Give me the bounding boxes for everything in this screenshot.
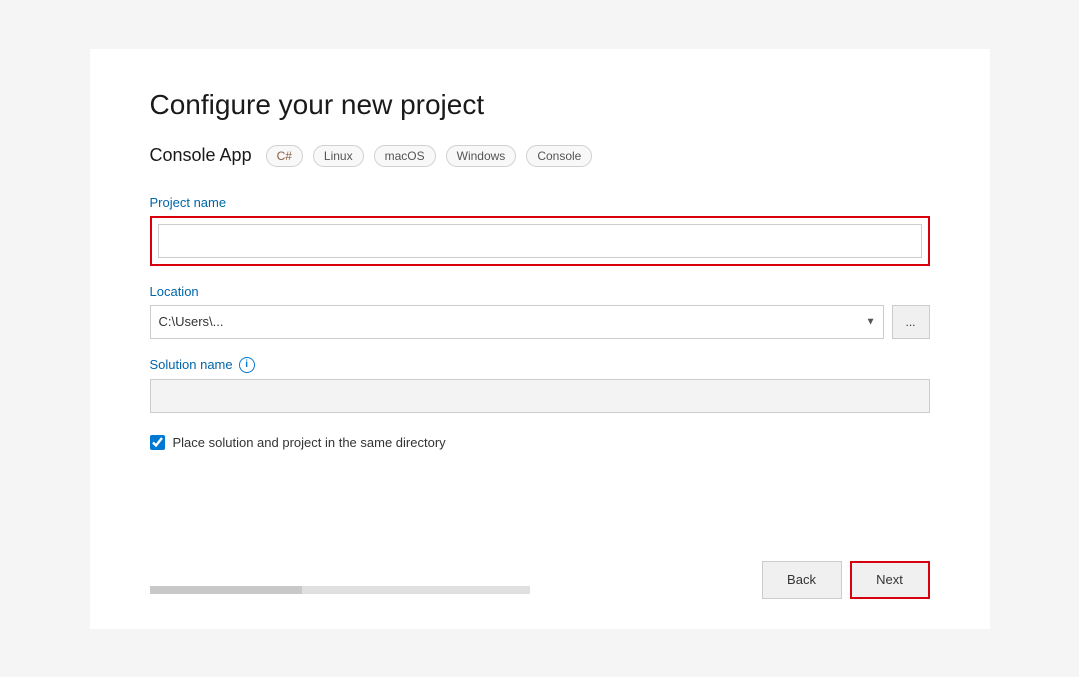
app-type-label: Console App bbox=[150, 145, 252, 166]
project-name-input[interactable] bbox=[158, 224, 922, 258]
project-name-group: Project name bbox=[150, 195, 930, 266]
tag-macos: macOS bbox=[374, 145, 436, 167]
tag-console: Console bbox=[526, 145, 592, 167]
tag-linux: Linux bbox=[313, 145, 364, 167]
solution-name-group: Solution name i bbox=[150, 357, 930, 413]
tag-csharp: C# bbox=[266, 145, 303, 167]
location-select-wrapper: C:\Users\... ▼ bbox=[150, 305, 884, 339]
solution-name-input[interactable] bbox=[150, 379, 930, 413]
location-row: C:\Users\... ▼ ... bbox=[150, 305, 930, 339]
progress-bar bbox=[150, 586, 530, 594]
location-select[interactable]: C:\Users\... bbox=[150, 305, 884, 339]
back-button[interactable]: Back bbox=[762, 561, 842, 599]
browse-button[interactable]: ... bbox=[892, 305, 930, 339]
same-directory-label[interactable]: Place solution and project in the same d… bbox=[173, 435, 446, 450]
solution-name-label: Solution name bbox=[150, 357, 233, 372]
location-group: Location C:\Users\... ▼ ... bbox=[150, 284, 930, 339]
next-button[interactable]: Next bbox=[850, 561, 930, 599]
bottom-row: Back Next bbox=[150, 561, 930, 599]
same-directory-checkbox[interactable] bbox=[150, 435, 165, 450]
nav-buttons: Back Next bbox=[762, 561, 930, 599]
configure-project-dialog: Configure your new project Console App C… bbox=[90, 49, 990, 629]
location-label: Location bbox=[150, 284, 930, 299]
form-section: Project name Location C:\Users\... ▼ ... bbox=[150, 195, 930, 545]
app-type-row: Console App C# Linux macOS Windows Conso… bbox=[150, 145, 930, 167]
tag-windows: Windows bbox=[446, 145, 517, 167]
solution-name-label-row: Solution name i bbox=[150, 357, 930, 373]
same-directory-row: Place solution and project in the same d… bbox=[150, 435, 930, 450]
project-name-label: Project name bbox=[150, 195, 930, 210]
progress-fill bbox=[150, 586, 302, 594]
page-title: Configure your new project bbox=[150, 89, 930, 121]
project-name-wrapper bbox=[150, 216, 930, 266]
info-icon[interactable]: i bbox=[239, 357, 255, 373]
